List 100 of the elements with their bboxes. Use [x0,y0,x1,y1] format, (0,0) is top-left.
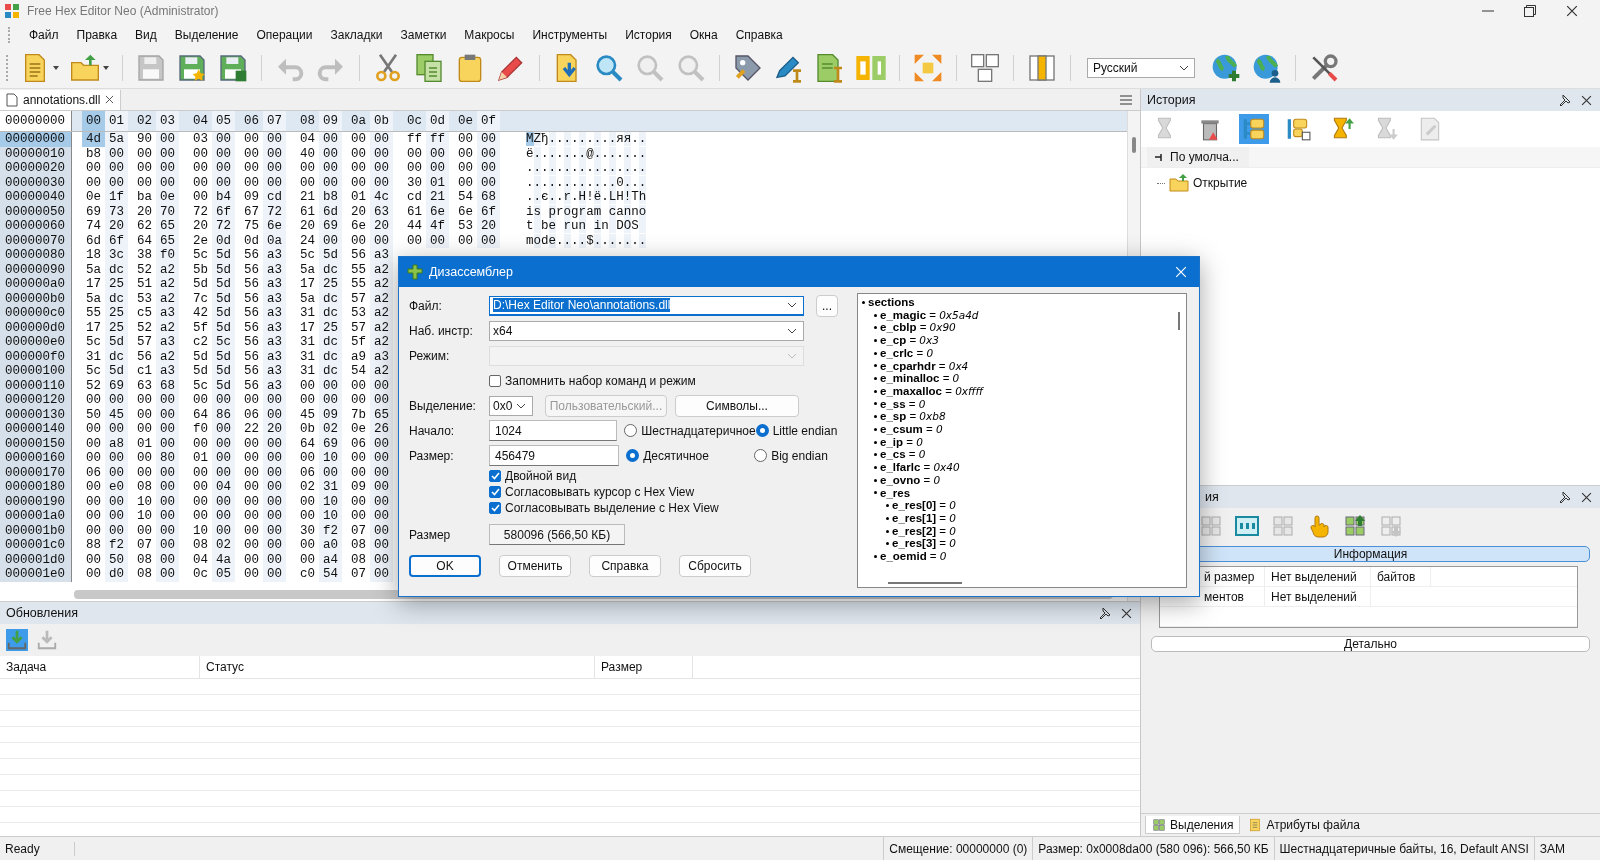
hex-byte[interactable]: 00 [240,509,263,524]
hex-byte[interactable]: 00 [212,393,235,408]
hex-byte[interactable]: 80 [156,451,179,466]
hex-byte[interactable]: 64 [133,233,156,248]
hex-byte[interactable]: 00 [133,175,156,190]
hex-byte[interactable]: d0 [105,567,128,582]
hex-byte[interactable]: 6e [454,204,477,219]
hex-byte[interactable]: 00 [296,552,319,567]
hex-byte[interactable]: 00 [263,567,286,582]
hex-byte[interactable]: 5d [189,364,212,379]
hex-byte[interactable]: a3 [156,335,179,350]
hex-byte[interactable]: 69 [82,204,105,219]
group-header[interactable]: Детально [1151,636,1590,652]
hex-byte[interactable]: 10 [133,494,156,509]
column-header[interactable]: Задача [0,656,200,678]
hex-byte[interactable]: 5a [296,291,319,306]
hex-byte[interactable]: 00 [347,146,370,161]
hex-byte[interactable]: 00 [347,132,370,147]
hex-byte[interactable]: a2 [370,364,393,379]
hex-byte[interactable]: 52 [133,320,156,335]
hex-byte[interactable]: a2 [156,277,179,292]
hex-byte[interactable]: 0e [82,190,105,205]
hex-byte[interactable]: 00 [156,509,179,524]
hex-byte[interactable]: 00 [296,378,319,393]
hex-byte[interactable]: c5 [133,306,156,321]
hex-byte[interactable]: 10 [319,509,342,524]
hex-byte[interactable]: 00 [240,436,263,451]
hex-byte[interactable]: b8 [319,190,342,205]
close-icon[interactable] [1121,607,1132,619]
hex-byte[interactable]: 00 [189,509,212,524]
caret-icon[interactable] [102,65,110,71]
hex-byte[interactable]: 5c [82,364,105,379]
hex-byte[interactable]: 00 [105,393,128,408]
hex-byte[interactable]: 5f [347,335,370,350]
hex-byte[interactable]: 5c [189,378,212,393]
hex-byte[interactable]: 56 [240,248,263,263]
hex-byte[interactable]: a2 [370,306,393,321]
tree-item[interactable]: e_sp = 0xb8 [880,410,946,424]
hex-byte[interactable]: 3c [105,248,128,263]
hex-byte[interactable]: 57 [347,320,370,335]
hex-byte[interactable]: 06 [240,407,263,422]
hex-byte[interactable]: 00 [82,567,105,582]
hex-byte[interactable]: 4d [82,132,105,147]
hex-byte[interactable]: 00 [370,451,393,466]
hex-byte[interactable]: 10 [133,509,156,524]
hex-byte[interactable]: 00 [82,509,105,524]
radio-button[interactable] [754,449,768,462]
tab[interactable]: Выделения [1145,816,1241,834]
split-panel-icon[interactable] [1026,52,1058,84]
hex-byte[interactable]: 68 [477,190,500,205]
hex-byte[interactable]: 67 [240,204,263,219]
hex-byte[interactable]: 55 [82,306,105,321]
menu-item[interactable]: Макросы [455,25,524,45]
hex-byte[interactable]: 72 [212,219,235,234]
menu-item[interactable]: Справка [726,25,792,45]
hex-byte[interactable]: a2 [370,277,393,292]
hex-byte[interactable]: 5d [189,349,212,364]
hex-byte[interactable]: 00 [454,233,477,248]
hex-byte[interactable]: 09 [240,190,263,205]
hex-byte[interactable]: 20 [477,219,500,234]
hex-byte[interactable]: 30 [296,523,319,538]
hex-byte[interactable]: 00 [319,132,342,147]
hex-byte[interactable]: 5d [319,248,342,263]
input-field[interactable]: 456479 [489,445,619,466]
checkbox[interactable] [489,374,501,387]
hex-byte[interactable]: 25 [105,277,128,292]
hex-byte[interactable]: 00 [240,393,263,408]
tree-item[interactable]: e_ovno = 0 [880,473,941,487]
tree-item[interactable]: e_cblp = 0x90 [880,321,956,335]
hex-byte[interactable]: 56 [240,262,263,277]
hex-byte[interactable]: 72 [189,204,212,219]
hex-byte[interactable]: 00 [240,494,263,509]
tree-item[interactable]: e_ss = 0 [880,397,926,411]
hex-byte[interactable]: 7c [189,291,212,306]
hex-byte[interactable]: 00 [82,523,105,538]
hex-byte[interactable]: f0 [156,248,179,263]
hex-byte[interactable]: 53 [454,219,477,234]
hex-byte[interactable]: 20 [263,422,286,437]
hex-byte[interactable]: 5c [82,335,105,350]
hex-byte[interactable]: 56 [240,364,263,379]
hex-byte[interactable]: a3 [263,364,286,379]
hex-byte[interactable]: 00 [296,393,319,408]
hex-byte[interactable]: 10 [189,523,212,538]
hex-byte[interactable]: 00 [240,161,263,176]
globe-icon[interactable] [1210,52,1242,84]
hex-byte[interactable]: 31 [296,364,319,379]
hex-byte[interactable]: 00 [189,190,212,205]
menu-item[interactable]: Закладки [321,25,392,45]
hex-byte[interactable]: 00 [105,509,128,524]
hex-byte[interactable]: 38 [133,248,156,263]
ascii-text[interactable]: ............0... [526,175,647,190]
dialog-button[interactable]: OK [409,555,481,577]
tree-item[interactable]: e_crlc = 0 [880,346,934,360]
hex-byte[interactable]: 5d [212,277,235,292]
hex-byte[interactable]: 6e [263,219,286,234]
hex-byte[interactable]: 5c [212,335,235,350]
hex-byte[interactable]: 00 [240,552,263,567]
hex-byte[interactable]: 05 [212,567,235,582]
hex-byte[interactable]: 02 [296,480,319,495]
hex-byte[interactable]: cd [263,190,286,205]
